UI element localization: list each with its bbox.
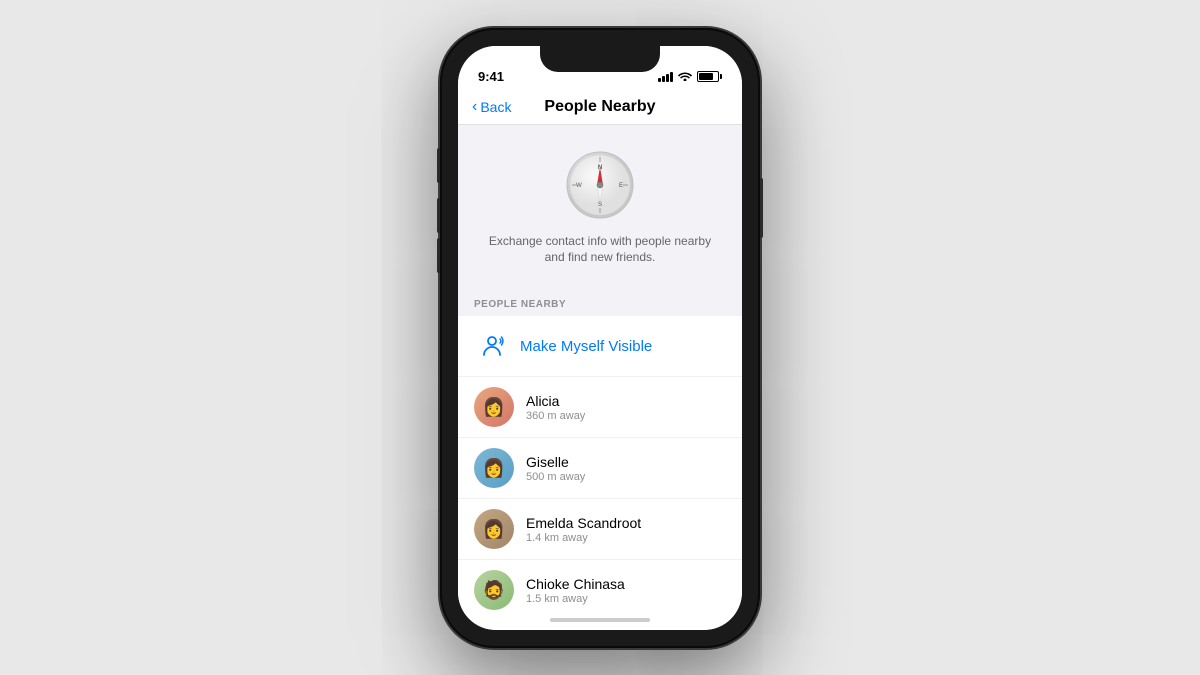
signal-bars-icon bbox=[658, 72, 673, 82]
person-name: Giselle bbox=[526, 454, 726, 470]
hero-description: Exchange contact info with people nearby… bbox=[489, 233, 711, 267]
person-name: Alicia bbox=[526, 393, 726, 409]
person-info: Alicia 360 m away bbox=[526, 393, 726, 422]
avatar: 👩 bbox=[474, 387, 514, 427]
list-item[interactable]: 👩 Emelda Scandroot 1.4 km away bbox=[458, 499, 742, 560]
home-indicator bbox=[458, 610, 742, 630]
wifi-icon bbox=[678, 70, 692, 84]
back-label: Back bbox=[480, 99, 511, 115]
list-item[interactable]: 👩 Giselle 500 m away bbox=[458, 438, 742, 499]
back-button[interactable]: ‹ Back bbox=[472, 98, 511, 116]
nav-bar: ‹ Back People Nearby bbox=[458, 90, 742, 125]
person-distance: 1.5 km away bbox=[526, 593, 726, 605]
hero-section: N S E W bbox=[458, 125, 742, 287]
person-info: Giselle 500 m away bbox=[526, 454, 726, 483]
person-name: Emelda Scandroot bbox=[526, 515, 726, 531]
list-item[interactable]: 🧔 Chioke Chinasa 1.5 km away bbox=[458, 560, 742, 609]
list-item[interactable]: 👩 Alicia 360 m away bbox=[458, 377, 742, 438]
person-name: Chioke Chinasa bbox=[526, 576, 726, 592]
svg-text:E: E bbox=[619, 183, 623, 189]
home-bar bbox=[550, 618, 650, 622]
person-wave-icon bbox=[474, 328, 510, 364]
make-visible-text: Make Myself Visible bbox=[520, 338, 652, 355]
svg-text:W: W bbox=[576, 183, 582, 189]
avatar: 👩 bbox=[474, 509, 514, 549]
avatar: 🧔 bbox=[474, 570, 514, 609]
scroll-content[interactable]: N S E W bbox=[458, 125, 742, 610]
status-time: 9:41 bbox=[478, 69, 504, 84]
notch bbox=[540, 46, 660, 72]
status-icons bbox=[658, 70, 722, 84]
people-nearby-section-header: PEOPLE NEARBY bbox=[458, 286, 742, 316]
people-nearby-label: PEOPLE NEARBY bbox=[474, 299, 566, 310]
person-distance: 360 m away bbox=[526, 410, 726, 422]
person-info: Emelda Scandroot 1.4 km away bbox=[526, 515, 726, 544]
person-info: Chioke Chinasa 1.5 km away bbox=[526, 576, 726, 605]
person-distance: 500 m away bbox=[526, 471, 726, 483]
people-list: Make Myself Visible 👩 Alicia 360 m away … bbox=[458, 316, 742, 609]
back-chevron-icon: ‹ bbox=[472, 98, 477, 116]
compass-icon: N S E W bbox=[564, 149, 636, 221]
person-distance: 1.4 km away bbox=[526, 532, 726, 544]
nav-title: People Nearby bbox=[544, 98, 655, 116]
phone-wrapper: 9:41 bbox=[440, 28, 760, 648]
avatar: 👩 bbox=[474, 448, 514, 488]
phone-screen: 9:41 bbox=[458, 46, 742, 630]
battery-icon bbox=[697, 71, 722, 82]
make-visible-item[interactable]: Make Myself Visible bbox=[458, 316, 742, 377]
